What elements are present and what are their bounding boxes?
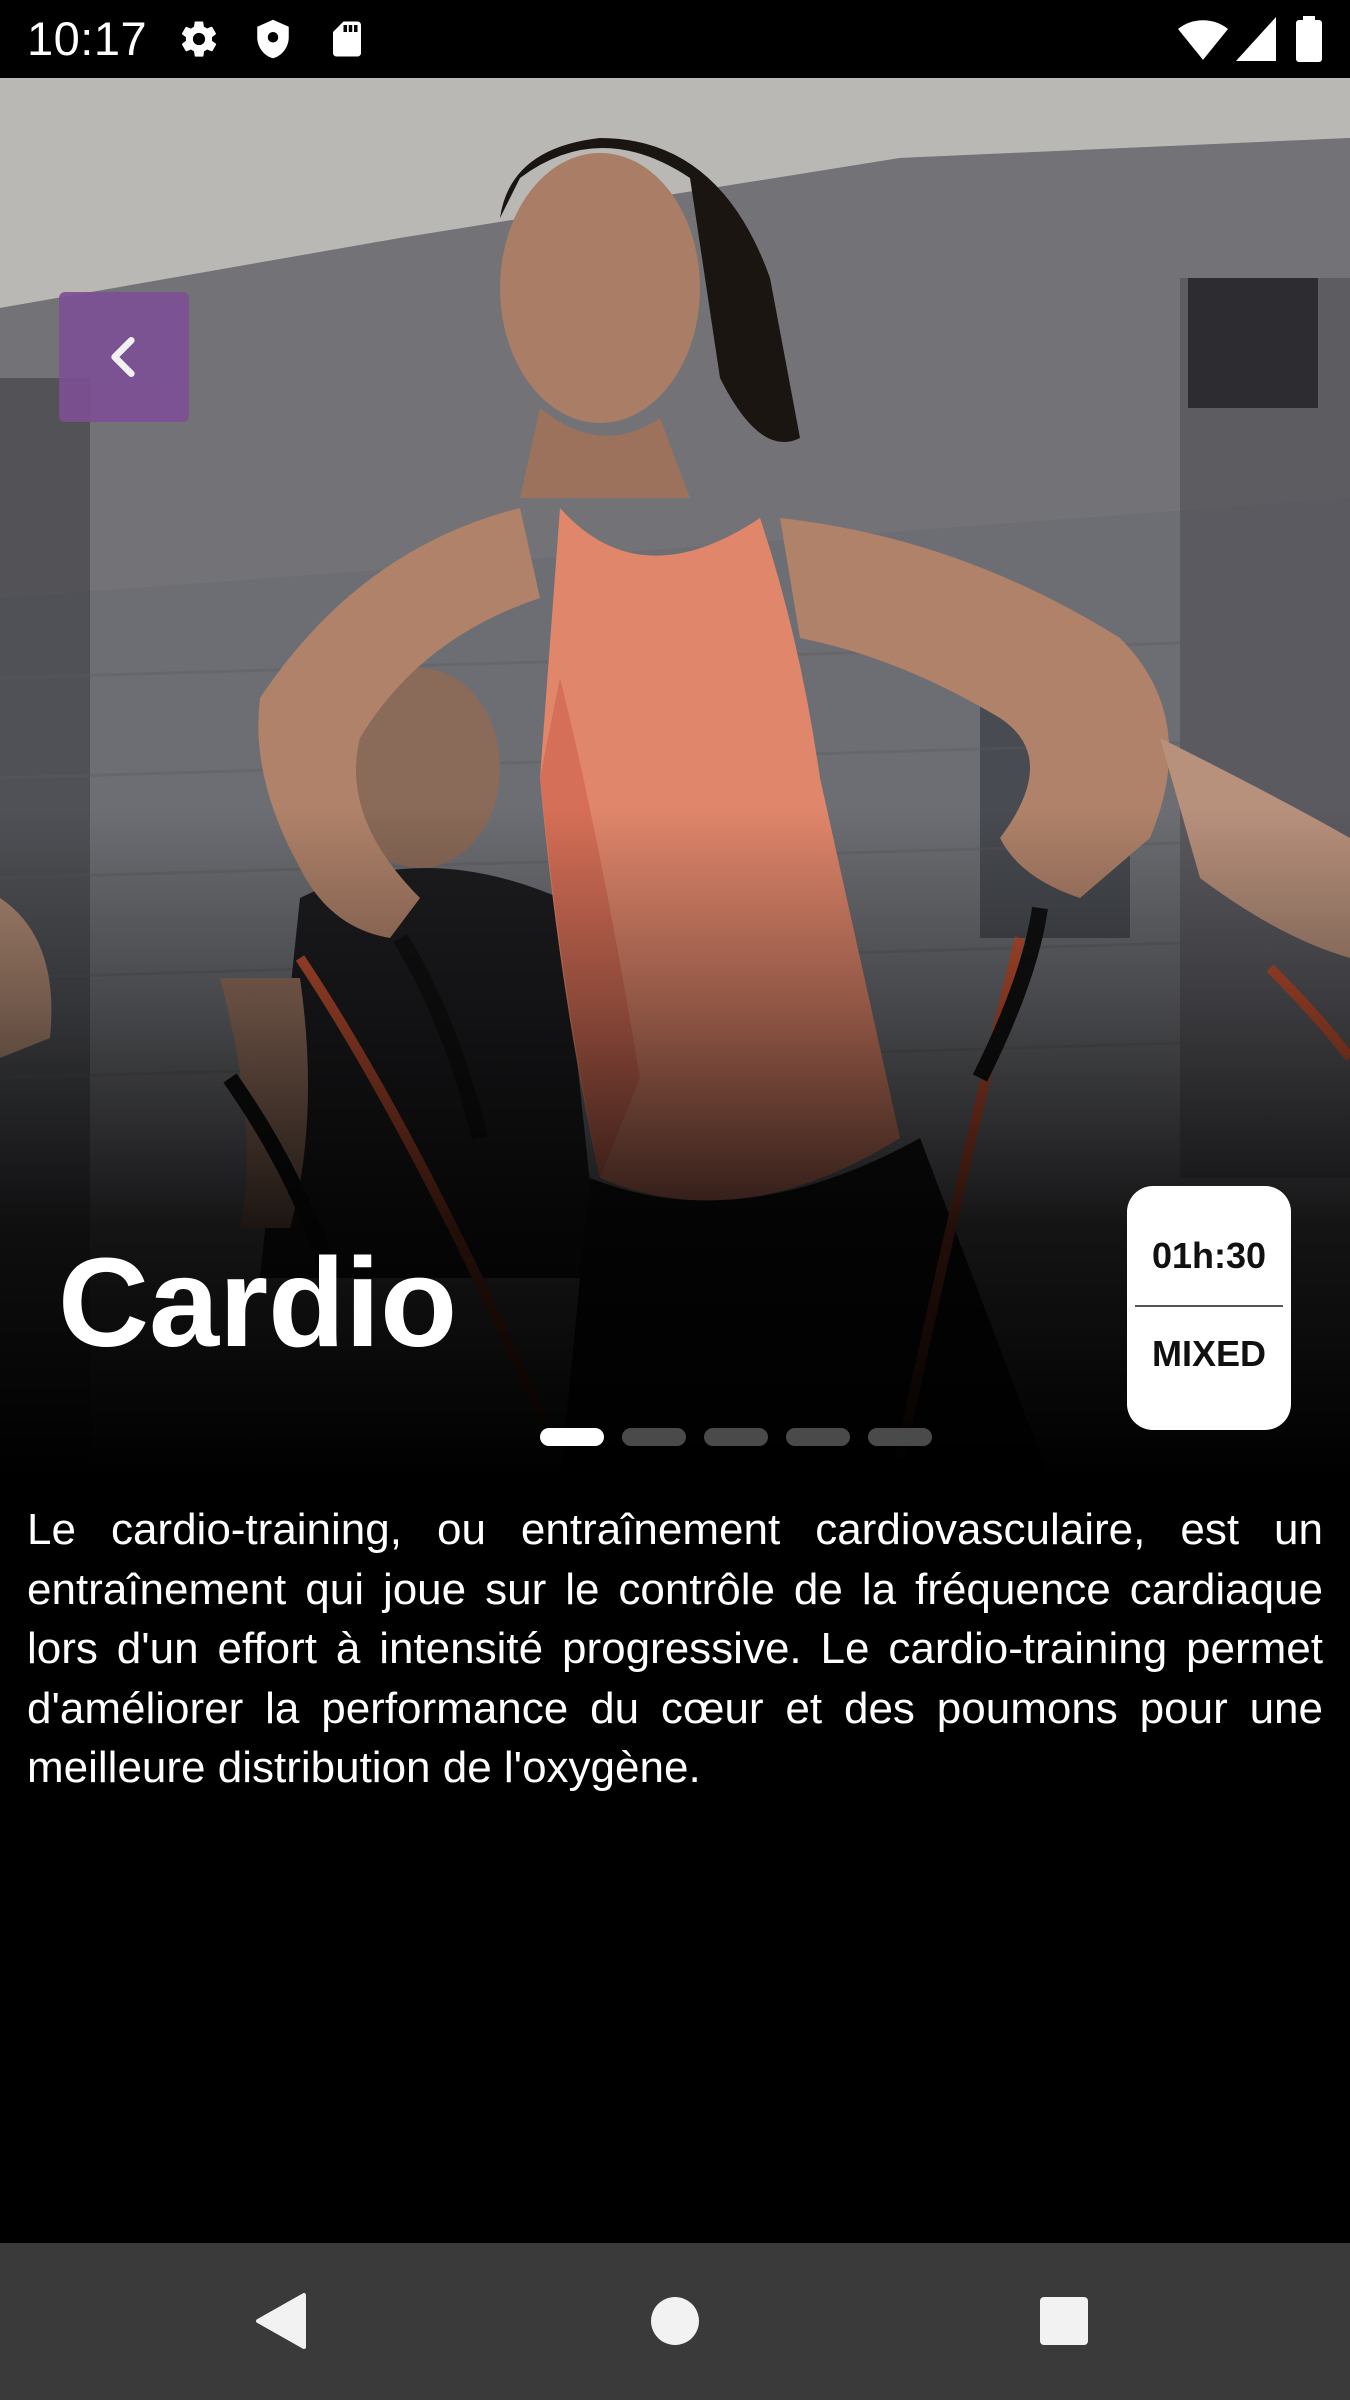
- pager-dot-1[interactable]: [540, 1428, 604, 1446]
- duration-label: 01h:30: [1151, 1235, 1267, 1276]
- system-nav-bar: [0, 2243, 1350, 2400]
- shield-icon: [252, 18, 294, 60]
- chevron-left-icon: [111, 337, 135, 377]
- hero-image: Cardio 01h:30 MIXED: [0, 78, 1350, 1480]
- image-pager: [540, 1428, 932, 1446]
- session-info-card: 01h:30 MIXED: [1127, 1186, 1291, 1430]
- back-button[interactable]: [59, 292, 189, 422]
- status-bar: 10:17: [0, 0, 1350, 78]
- recents-square-icon: [1040, 2297, 1088, 2345]
- battery-icon: [1296, 16, 1322, 62]
- gear-icon: [178, 18, 220, 60]
- back-triangle-icon: [256, 2293, 306, 2349]
- page-title: Cardio: [58, 1232, 458, 1373]
- home-circle-icon: [651, 2297, 699, 2345]
- nav-recents-button[interactable]: [1012, 2269, 1116, 2373]
- nav-home-button[interactable]: [623, 2269, 727, 2373]
- workout-description: Le cardio-training, ou entraînement card…: [27, 1505, 1323, 1792]
- wifi-icon: [1178, 17, 1228, 61]
- status-time: 10:17: [27, 12, 148, 65]
- nav-back-button[interactable]: [232, 2269, 336, 2373]
- sd-card-icon: [326, 18, 368, 60]
- app-screen: 10:17 Cardio 01h:30 MIXED Le cardio-trai…: [0, 0, 1350, 2400]
- pager-dot-5[interactable]: [868, 1428, 932, 1446]
- pager-dot-3[interactable]: [704, 1428, 768, 1446]
- pager-dot-4[interactable]: [786, 1428, 850, 1446]
- pager-dot-2[interactable]: [622, 1428, 686, 1446]
- card-divider: [1135, 1305, 1283, 1307]
- level-label: MIXED: [1151, 1333, 1266, 1374]
- cell-signal-icon: [1236, 17, 1276, 61]
